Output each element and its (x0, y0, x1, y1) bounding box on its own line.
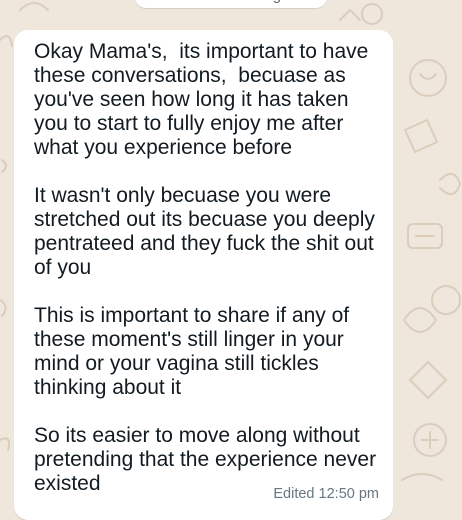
message-text: Okay Mama's, its important to have these… (34, 40, 377, 495)
unread-messages-banner: 2 unread messages (135, 0, 327, 8)
message-bubble[interactable]: Okay Mama's, its important to have these… (14, 30, 393, 520)
